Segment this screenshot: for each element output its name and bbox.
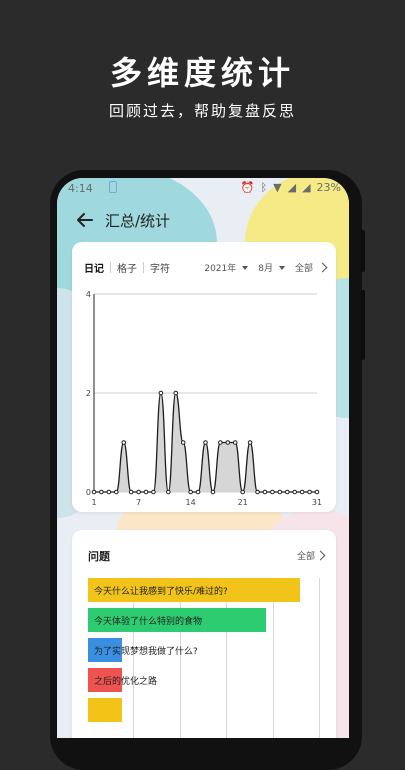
data-point — [225, 440, 231, 445]
all-link[interactable]: 全部 — [295, 261, 313, 274]
data-point — [128, 489, 134, 495]
data-point — [180, 440, 186, 445]
question-bar-label: 为了实现梦想我做了什么? — [94, 646, 198, 657]
back-arrow-icon[interactable] — [75, 210, 95, 230]
stats-tabs: 日记 格子 字符 — [84, 260, 170, 275]
y-tick-label: 2 — [86, 389, 91, 398]
data-point — [91, 489, 97, 495]
data-point — [314, 489, 320, 495]
y-tick-label: 4 — [86, 290, 91, 299]
chevron-down-icon — [242, 265, 249, 270]
power-button — [361, 290, 365, 360]
question-bar[interactable] — [88, 698, 122, 722]
page-title: 汇总/统计 — [105, 212, 171, 230]
tab-diary[interactable]: 日记 — [84, 260, 104, 275]
app-bar: 汇总/统计 — [57, 202, 349, 240]
data-point — [173, 390, 179, 396]
grid-line — [179, 578, 181, 738]
data-point — [195, 489, 201, 495]
x-tick-label: 1 — [91, 498, 96, 507]
x-tick-label: 21 — [238, 498, 248, 507]
tab-divider — [110, 262, 111, 273]
data-point — [114, 489, 119, 495]
data-point — [99, 489, 104, 495]
promo-subtitle: 回顾过去，帮助复盘反思 — [108, 102, 296, 120]
question-all-link[interactable]: 全部 — [296, 549, 326, 562]
data-point — [166, 489, 171, 495]
status-bar: 4:14 ⏰ ᛒ ▼ ◢ ◢ 23% — [57, 178, 349, 198]
grid-line — [272, 578, 274, 738]
month-select[interactable]: 8月 — [258, 261, 273, 274]
signal-icon-2: ◢ — [302, 181, 311, 194]
data-point — [188, 489, 193, 495]
chevron-right-icon — [315, 550, 326, 561]
question-bar-label: 今天体验了什么特别的食物 — [94, 616, 203, 627]
data-point — [121, 440, 127, 445]
chevron-down-icon — [278, 265, 285, 270]
x-tick-label: 31 — [312, 498, 322, 507]
battery-saver-icon — [109, 181, 117, 193]
diary-chart: 0 2 4 1 7 14 21 31 — [86, 290, 322, 507]
data-point — [218, 440, 223, 445]
data-point — [277, 489, 283, 495]
data-point — [203, 440, 208, 445]
question-bar[interactable]: 今天什么让我感到了快乐/难过的? — [88, 578, 300, 602]
signal-icon: ◢ — [287, 181, 297, 194]
battery-percent: 23% — [316, 181, 341, 194]
data-point — [158, 390, 164, 396]
question-bar-label: 之后的优化之路 — [94, 676, 158, 687]
data-point — [136, 489, 141, 495]
volume-button — [361, 230, 365, 272]
tab-chars[interactable]: 字符 — [150, 260, 170, 275]
bluetooth-icon: ᛒ — [260, 181, 268, 194]
question-all-label: 全部 — [296, 552, 315, 562]
wifi-icon: ▼ — [273, 181, 282, 194]
data-point — [307, 489, 312, 495]
data-point — [299, 489, 305, 495]
data-point — [232, 440, 238, 445]
data-point — [247, 440, 253, 445]
app-screen: 4:14 ⏰ ᛒ ▼ ◢ ◢ 23% 汇总/统计 日记 格子 字符 2021年 … — [57, 178, 349, 738]
filters: 2021年 8月 全部 — [204, 261, 328, 274]
data-point — [262, 489, 268, 495]
grid-line — [133, 578, 135, 738]
question-bar[interactable]: 为了实现梦想我做了什么? — [88, 638, 198, 662]
data-point — [106, 489, 112, 495]
status-time: 4:14 — [68, 182, 93, 195]
question-card-title: 问题 — [88, 550, 110, 563]
question-bar[interactable]: 之后的优化之路 — [88, 668, 157, 692]
stats-card: 日记 格子 字符 2021年 8月 全部 0 2 4 1 7 14 21 31 — [72, 242, 336, 512]
question-card: 问题 全部 今天什么让我感到了快乐/难过的? 今天体验了什么特别的食物 为了实现梦想… — [72, 530, 336, 738]
data-point — [292, 489, 297, 495]
data-point — [255, 489, 260, 495]
grid-line — [226, 578, 228, 738]
status-icons: ⏰ ᛒ ▼ ◢ ◢ 23% — [241, 181, 341, 194]
promo-title: 多维度统计 — [109, 54, 295, 92]
chevron-right-icon — [317, 262, 328, 273]
data-point — [143, 489, 149, 495]
y-tick-label: 0 — [86, 488, 91, 497]
data-point — [151, 489, 156, 495]
data-point — [270, 489, 275, 495]
data-point — [284, 489, 290, 495]
x-tick-label: 14 — [186, 498, 196, 507]
question-bar[interactable]: 今天体验了什么特别的食物 — [88, 608, 267, 632]
year-select[interactable]: 2021年 — [204, 261, 236, 274]
tab-grid[interactable]: 格子 — [117, 260, 137, 275]
tab-divider — [143, 262, 144, 273]
x-tick-label: 7 — [136, 498, 141, 507]
question-bar-label: 今天什么让我感到了快乐/难过的? — [94, 586, 228, 597]
data-point — [240, 489, 245, 495]
alarm-icon: ⏰ — [240, 181, 255, 194]
question-grid — [88, 578, 320, 738]
data-point — [210, 489, 216, 495]
grid-line — [319, 578, 320, 738]
